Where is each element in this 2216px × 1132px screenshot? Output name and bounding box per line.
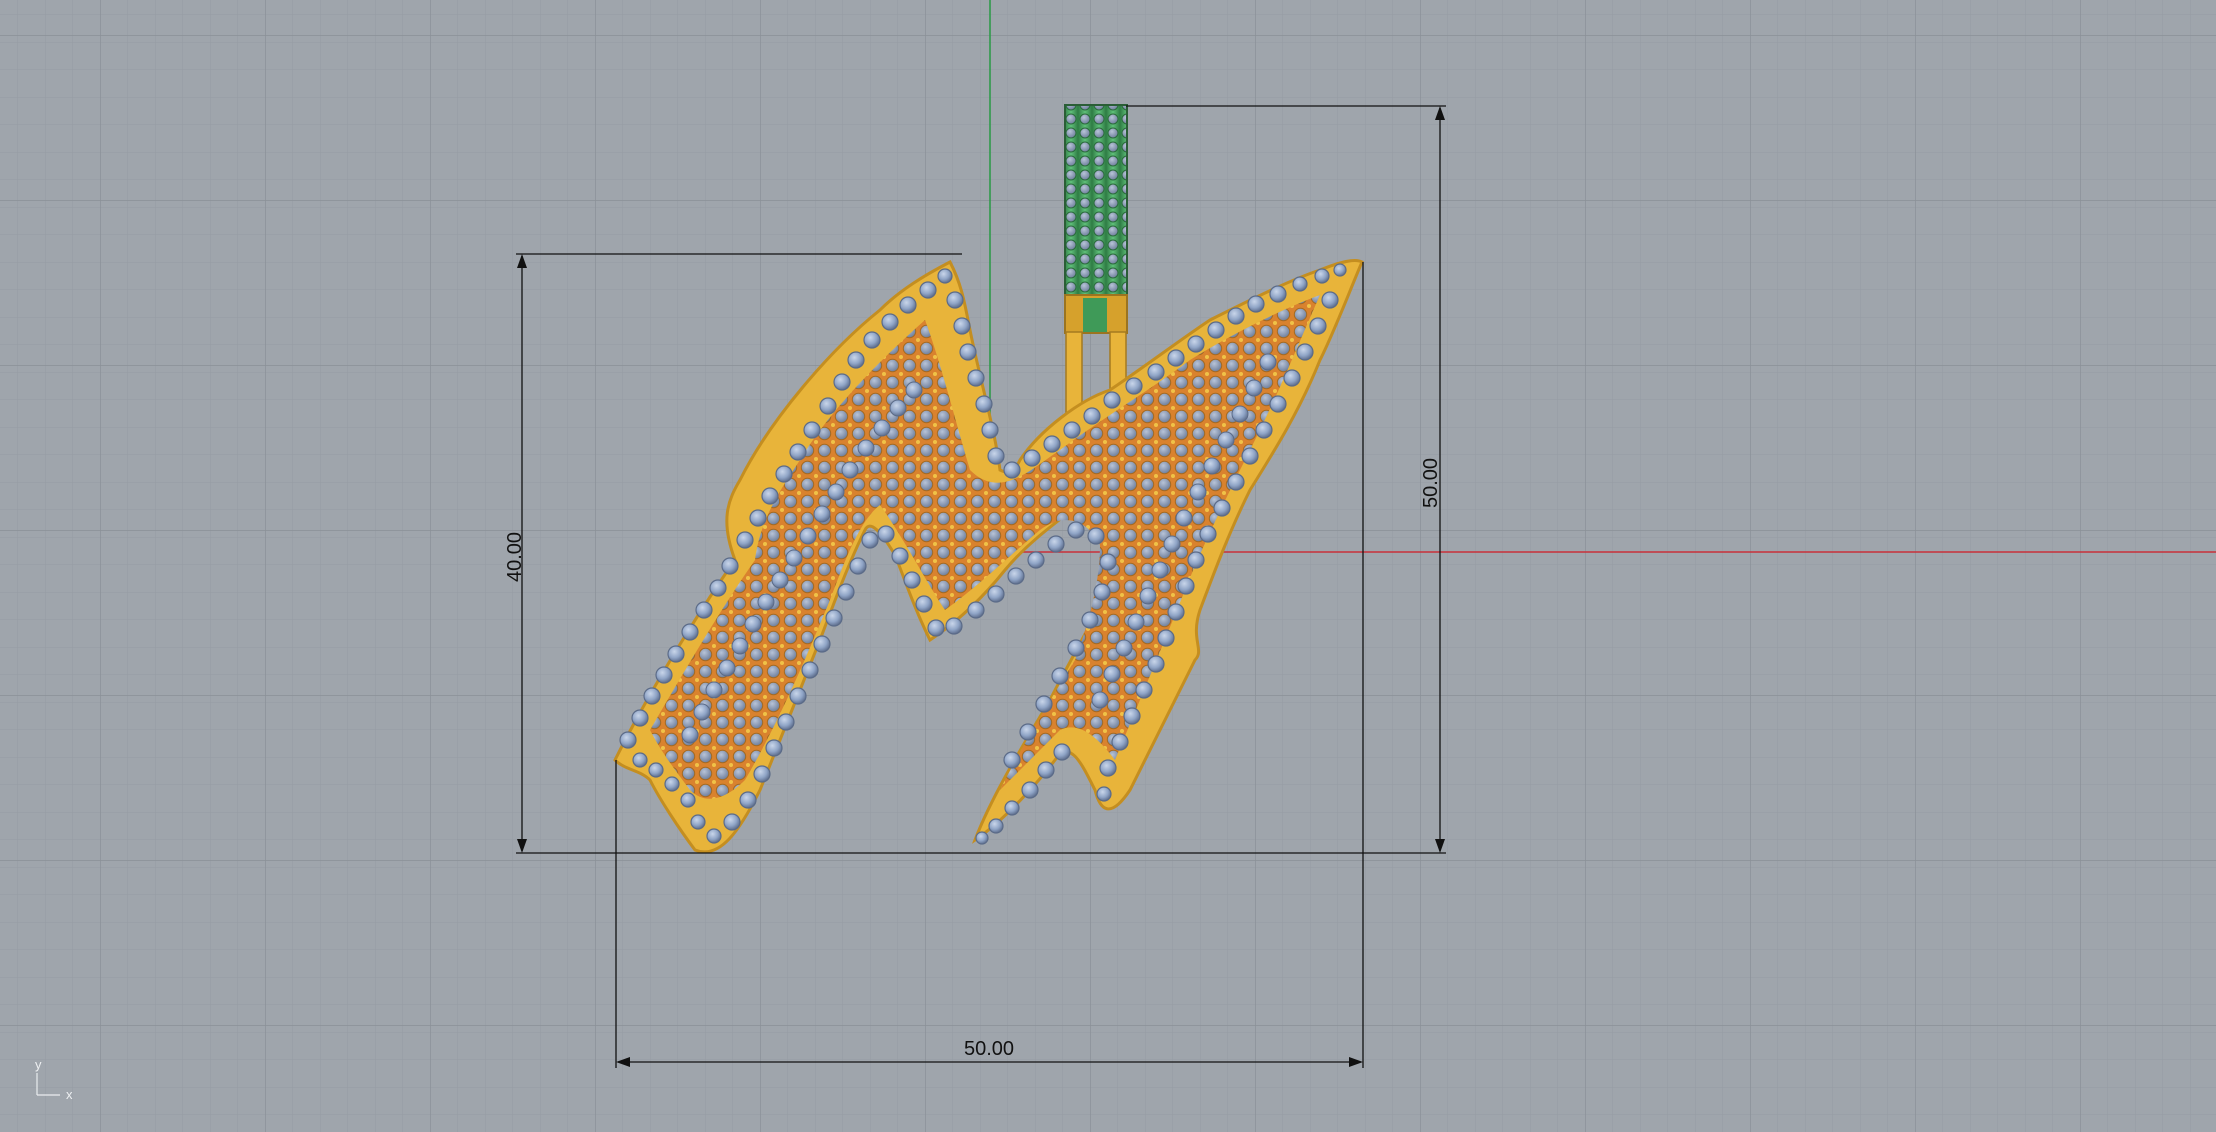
- viewport-canvas[interactable]: [0, 0, 2216, 1132]
- dim-left-height-label[interactable]: 40.00: [504, 532, 527, 582]
- dim-right-height-label[interactable]: 50.00: [1420, 458, 1443, 508]
- axis-icon-x-label: x: [66, 1087, 73, 1102]
- dim-top-width-label[interactable]: 50.00: [964, 1038, 1014, 1061]
- axis-icon-y-label: y: [35, 1057, 42, 1072]
- rhino-viewport[interactable]: 50.00 40.00 50.00 y x: [0, 0, 2216, 1132]
